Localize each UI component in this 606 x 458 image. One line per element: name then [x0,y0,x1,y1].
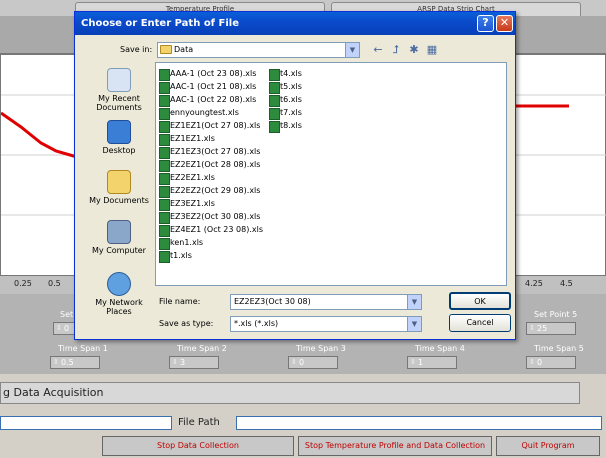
place-label: My Recent Documents [96,94,142,112]
list-item[interactable]: EZ1EZ1(Oct 27 08).xls [158,120,260,133]
place-desktop[interactable]: Desktop [82,120,156,155]
close-button[interactable]: ✕ [496,15,513,32]
time-span-3-input[interactable]: 0 [288,356,338,369]
save-as-type-value: *.xls (*.xls) [234,319,279,328]
cancel-button[interactable]: Cancel [449,314,511,332]
time-span-2-label: Time Span 2 [177,344,227,353]
status-display: g Data Acquisition [0,382,580,404]
save-as-type-dropdown[interactable]: *.xls (*.xls) ▼ [230,316,422,332]
list-item[interactable]: AAC-1 (Oct 21 08).xls [158,81,256,94]
computer-icon [107,220,131,244]
file-path-label: File Path [178,417,220,428]
place-my-documents[interactable]: My Documents [82,170,156,205]
list-item[interactable]: EZ3EZ1.xls [158,198,215,211]
stop-data-collection-button[interactable]: Stop Data Collection [102,436,294,456]
list-item[interactable]: t5.xls [268,81,302,94]
folder-icon [107,170,131,194]
chevron-down-icon[interactable]: ▼ [407,317,421,331]
time-span-5-input[interactable]: 0 [526,356,576,369]
x-tick: 0.25 [14,279,32,288]
time-span-2-input[interactable]: 3 [169,356,219,369]
list-item[interactable]: EZ4EZ1 (Oct 23 08).xls [158,224,263,237]
ok-button[interactable]: OK [449,292,511,310]
trace-left [1,111,78,159]
time-span-1-input[interactable]: 0.5 [50,356,100,369]
chevron-down-icon[interactable]: ▼ [345,43,359,57]
place-network[interactable]: My Network Places [82,272,156,316]
place-my-computer[interactable]: My Computer [82,220,156,255]
new-folder-icon[interactable]: ✱ [407,43,421,57]
time-span-5-label: Time Span 5 [534,344,584,353]
set-point-input[interactable]: 0 [53,322,75,335]
list-item[interactable]: AAC-1 (Oct 22 08).xls [158,94,256,107]
list-item[interactable]: EZ2EZ1.xls [158,172,215,185]
time-span-3-label: Time Span 3 [296,344,346,353]
places-bar: My Recent Documents Desktop My Documents… [82,62,156,337]
list-item[interactable]: t1.xls [158,250,192,263]
quit-program-button[interactable]: Quit Program [496,436,600,456]
up-folder-icon[interactable]: ⮥ [389,43,403,57]
time-span-4-input[interactable]: 1 [407,356,457,369]
file-path-left-field[interactable] [0,416,172,430]
list-item[interactable]: t8.xls [268,120,302,133]
globe-icon [107,272,131,296]
back-icon[interactable]: ← [371,43,385,57]
list-item[interactable]: EZ1EZ1.xls [158,133,215,146]
file-name-value: EZ2EZ3(Oct 30 08) [234,297,311,306]
place-label: My Computer [92,246,146,255]
file-name-input[interactable]: EZ2EZ3(Oct 30 08) ▼ [230,294,422,310]
file-dialog: Choose or Enter Path of File ? ✕ Save in… [74,11,516,340]
list-item[interactable]: t7.xls [268,107,302,120]
set-point-5-input[interactable]: 25 [526,322,576,335]
save-in-dropdown[interactable]: Data ▼ [157,42,360,58]
list-item[interactable]: EZ2EZ2(Oct 29 08).xls [158,185,260,198]
list-item[interactable]: EZ1EZ3(Oct 27 08).xls [158,146,260,159]
time-span-1-label: Time Span 1 [58,344,108,353]
file-list: AAA-1 (Oct 23 08).xls AAC-1 (Oct 21 08).… [155,62,507,286]
stop-profile-and-data-button[interactable]: Stop Temperature Profile and Data Collec… [298,436,492,456]
place-label: My Network Places [95,298,143,316]
file-path-input[interactable] [236,416,602,430]
place-label: Desktop [102,146,136,155]
chevron-down-icon[interactable]: ▼ [407,295,421,309]
list-item[interactable]: ennyoungtest.xls [158,107,239,120]
x-tick: 4.25 [525,279,543,288]
time-span-4-label: Time Span 4 [415,344,465,353]
save-in-label: Save in: [120,45,153,54]
list-item[interactable]: ken1.xls [158,237,203,250]
desktop-icon [107,120,131,144]
clock-icon [107,68,131,92]
x-tick: 0.5 [48,279,61,288]
x-tick: 4.5 [560,279,573,288]
set-point-5-label: Set Point 5 [534,310,578,319]
set-point-label: Set [60,310,74,319]
file-path-row: File Path [0,414,606,432]
save-as-type-label: Save as type: [159,319,214,328]
save-in-value: Data [174,45,194,54]
view-menu-icon[interactable]: ▦ [425,43,439,57]
dialog-titlebar[interactable]: Choose or Enter Path of File [75,12,515,35]
list-item[interactable]: AAA-1 (Oct 23 08).xls [158,68,256,81]
folder-icon [160,45,172,54]
dialog-title: Choose or Enter Path of File [81,18,239,29]
place-label: My Documents [89,196,149,205]
list-item[interactable]: t4.xls [268,68,302,81]
list-item[interactable]: EZ3EZ2(Oct 30 08).xls [158,211,260,224]
place-recent-documents[interactable]: My Recent Documents [82,68,156,112]
help-button[interactable]: ? [477,15,494,32]
list-item[interactable]: EZ2EZ1(Oct 28 08).xls [158,159,260,172]
list-item[interactable]: t6.xls [268,94,302,107]
file-name-label: File name: [159,297,201,306]
